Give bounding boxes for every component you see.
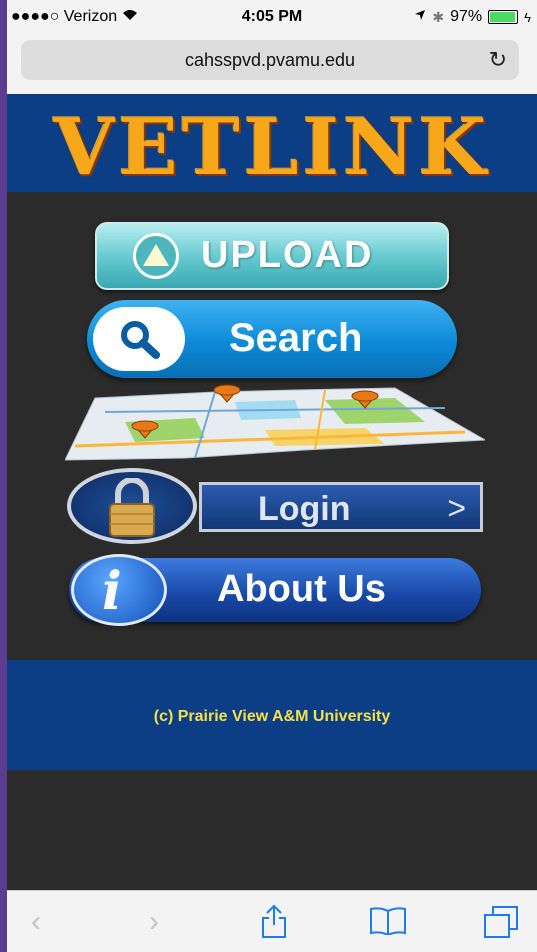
tabs-icon[interactable] [483,905,519,947]
site-footer: (c) Prairie View A&M University [7,660,537,770]
search-button[interactable]: Search [87,300,457,378]
copyright-text: (c) Prairie View A&M University [153,708,391,725]
about-us-label: About Us [217,568,386,610]
login-arrow: > [447,490,466,526]
upload-label: UPLOAD [201,234,374,276]
status-bar: ●●●●○ Verizon 4:05 PM ✱ 97% ϟ [7,0,537,36]
vetlink-logo: VETLINK [53,102,491,193]
search-label: Search [229,316,363,360]
about-us-button[interactable]: i About Us [69,554,481,626]
map-button[interactable] [64,382,487,464]
back-icon[interactable]: ‹ [31,905,41,939]
forward-icon[interactable]: › [149,905,159,939]
browser-address-area: cahsspvd.pvamu.edu ↻ [7,36,537,94]
map-icon [64,384,487,461]
upload-button[interactable]: UPLOAD [95,222,449,290]
battery-percent: 97% [450,8,483,25]
site-header: VETLINK [7,94,537,193]
address-bar[interactable]: cahsspvd.pvamu.edu ↻ [21,40,519,80]
login-button[interactable]: Login > [65,468,485,544]
address-url[interactable]: cahsspvd.pvamu.edu [21,50,519,71]
location-arrow-icon [414,8,426,26]
battery-icon [488,10,519,24]
upload-triangle-icon [133,233,179,279]
bluetooth-icon: ✱ [432,8,445,25]
info-icon: i [71,554,167,626]
browser-toolbar: ‹ › [7,890,537,952]
login-label: Login [258,490,351,528]
charging-icon: ϟ [524,9,531,25]
padlock-icon [109,478,155,537]
reload-icon[interactable]: ↻ [489,47,507,73]
phone-screen: ●●●●○ Verizon 4:05 PM ✱ 97% ϟ cahsspvd.p… [7,0,537,952]
share-icon[interactable] [259,903,289,947]
bookmarks-icon[interactable] [369,907,407,943]
magnifier-icon [121,321,160,359]
